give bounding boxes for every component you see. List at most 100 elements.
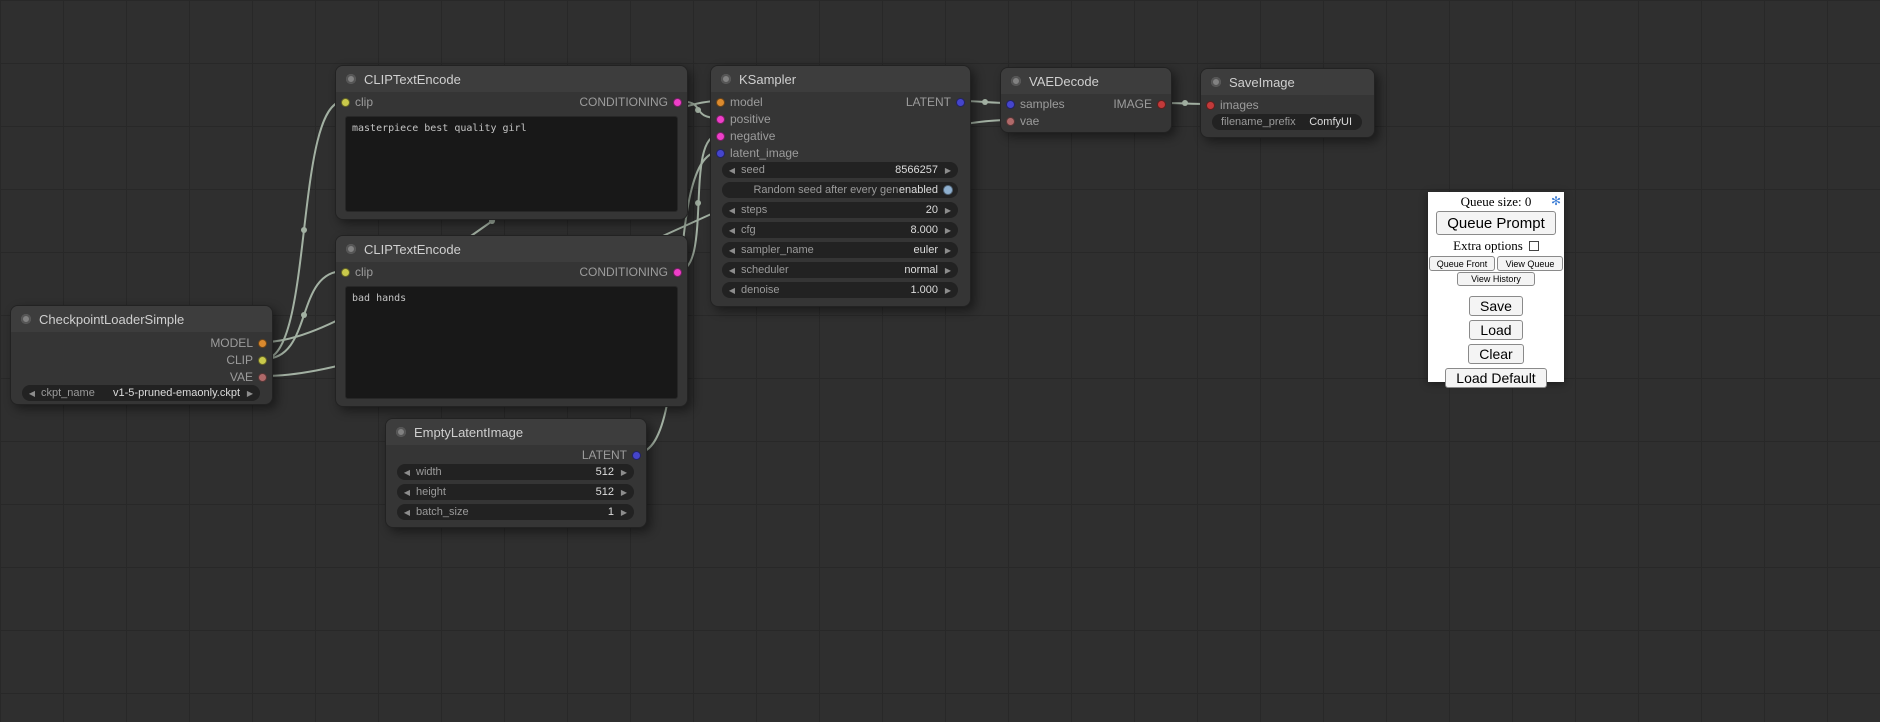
input-slot-images[interactable]: images (1206, 98, 1264, 112)
collapse-dot-icon[interactable] (1211, 77, 1221, 87)
increment-arrow-icon[interactable]: ▶ (943, 246, 953, 255)
input-slot-latent-image[interactable]: latent_image (716, 146, 804, 160)
node-ksampler[interactable]: KSampler model positive negative latent_… (710, 65, 971, 307)
save-button[interactable]: Save (1469, 296, 1523, 316)
increment-arrow-icon[interactable]: ▶ (619, 468, 629, 477)
input-slot-vae[interactable]: vae (1006, 114, 1044, 128)
load-default-button[interactable]: Load Default (1445, 368, 1546, 388)
input-slot-model[interactable]: model (716, 95, 768, 109)
collapse-dot-icon[interactable] (346, 244, 356, 254)
vae-port-icon[interactable] (1006, 117, 1015, 126)
increment-arrow-icon[interactable]: ▶ (619, 488, 629, 497)
node-clip-text-encode-positive[interactable]: CLIPTextEncode clip CONDITIONING masterp… (335, 65, 688, 220)
latent-port-icon[interactable] (716, 149, 725, 158)
increment-arrow-icon[interactable]: ▶ (245, 389, 255, 398)
settings-icon[interactable]: ✻ (1551, 194, 1561, 209)
output-slot-image[interactable]: IMAGE (1108, 97, 1166, 111)
widget-batch-size[interactable]: ◀ batch_size 1 ▶ (397, 504, 634, 520)
output-slot-vae[interactable]: VAE (225, 370, 267, 384)
extra-options-checkbox[interactable] (1529, 241, 1539, 251)
widget-denoise[interactable]: ◀ denoise 1.000 ▶ (722, 282, 958, 298)
conditioning-port-icon[interactable] (673, 98, 682, 107)
widget-random-seed-toggle[interactable]: Random seed after every gen enabled (722, 182, 958, 198)
decrement-arrow-icon[interactable]: ◀ (727, 266, 737, 275)
node-title-bar[interactable]: SaveImage (1201, 69, 1374, 95)
output-slot-latent[interactable]: LATENT (901, 95, 965, 109)
node-checkpoint-loader[interactable]: CheckpointLoaderSimple MODEL CLIP VAE ◀ … (10, 305, 273, 405)
increment-arrow-icon[interactable]: ▶ (943, 206, 953, 215)
output-slot-latent[interactable]: LATENT (577, 448, 641, 462)
latent-port-icon[interactable] (956, 98, 965, 107)
node-title-bar[interactable]: CheckpointLoaderSimple (11, 306, 272, 332)
toggle-icon[interactable] (943, 185, 953, 195)
decrement-arrow-icon[interactable]: ◀ (727, 166, 737, 175)
node-vae-decode[interactable]: VAEDecode samples vae IMAGE (1000, 67, 1172, 133)
vae-port-icon[interactable] (258, 373, 267, 382)
latent-port-icon[interactable] (632, 451, 641, 460)
load-button[interactable]: Load (1469, 320, 1522, 340)
collapse-dot-icon[interactable] (346, 74, 356, 84)
model-port-icon[interactable] (258, 339, 267, 348)
increment-arrow-icon[interactable]: ▶ (943, 226, 953, 235)
queue-prompt-button[interactable]: Queue Prompt (1436, 211, 1556, 235)
clear-button[interactable]: Clear (1468, 344, 1523, 364)
increment-arrow-icon[interactable]: ▶ (619, 508, 629, 517)
input-slot-clip[interactable]: clip (341, 95, 378, 109)
clip-port-icon[interactable] (258, 356, 267, 365)
image-port-icon[interactable] (1206, 101, 1215, 110)
output-slot-conditioning[interactable]: CONDITIONING (574, 265, 682, 279)
clip-port-icon[interactable] (341, 268, 350, 277)
node-title-bar[interactable]: VAEDecode (1001, 68, 1171, 94)
input-slot-positive[interactable]: positive (716, 112, 776, 126)
view-history-button[interactable]: View History (1457, 272, 1535, 286)
output-slot-conditioning[interactable]: CONDITIONING (574, 95, 682, 109)
latent-port-icon[interactable] (1006, 100, 1015, 109)
prompt-text-area[interactable]: bad hands (345, 286, 678, 399)
collapse-dot-icon[interactable] (396, 427, 406, 437)
conditioning-port-icon[interactable] (673, 268, 682, 277)
input-slot-clip[interactable]: clip (341, 265, 378, 279)
node-clip-text-encode-negative[interactable]: CLIPTextEncode clip CONDITIONING bad han… (335, 235, 688, 407)
view-queue-button[interactable]: View Queue (1497, 256, 1563, 271)
widget-height[interactable]: ◀ height 512 ▶ (397, 484, 634, 500)
decrement-arrow-icon[interactable]: ◀ (402, 488, 412, 497)
decrement-arrow-icon[interactable]: ◀ (727, 226, 737, 235)
model-port-icon[interactable] (716, 98, 725, 107)
widget-filename-prefix[interactable]: filename_prefix ComfyUI (1212, 114, 1362, 130)
clip-port-icon[interactable] (341, 98, 350, 107)
node-title-bar[interactable]: CLIPTextEncode (336, 236, 687, 262)
conditioning-port-icon[interactable] (716, 132, 725, 141)
prompt-text-area[interactable]: masterpiece best quality girl (345, 116, 678, 212)
node-title-bar[interactable]: CLIPTextEncode (336, 66, 687, 92)
node-title-bar[interactable]: KSampler (711, 66, 970, 92)
decrement-arrow-icon[interactable]: ◀ (727, 246, 737, 255)
output-slot-clip[interactable]: CLIP (221, 353, 267, 367)
increment-arrow-icon[interactable]: ▶ (943, 266, 953, 275)
decrement-arrow-icon[interactable]: ◀ (727, 206, 737, 215)
widget-cfg[interactable]: ◀ cfg 8.000 ▶ (722, 222, 958, 238)
widget-steps[interactable]: ◀ steps 20 ▶ (722, 202, 958, 218)
decrement-arrow-icon[interactable]: ◀ (402, 468, 412, 477)
widget-ckpt-name[interactable]: ◀ ckpt_name v1-5-pruned-emaonly.ckpt ▶ (22, 385, 260, 401)
conditioning-port-icon[interactable] (716, 115, 725, 124)
widget-sampler-name[interactable]: ◀ sampler_name euler ▶ (722, 242, 958, 258)
input-slot-samples[interactable]: samples (1006, 97, 1070, 111)
image-port-icon[interactable] (1157, 100, 1166, 109)
node-title-bar[interactable]: EmptyLatentImage (386, 419, 646, 445)
collapse-dot-icon[interactable] (21, 314, 31, 324)
increment-arrow-icon[interactable]: ▶ (943, 286, 953, 295)
node-empty-latent-image[interactable]: EmptyLatentImage LATENT ◀ width 512 ▶ ◀ … (385, 418, 647, 528)
decrement-arrow-icon[interactable]: ◀ (402, 508, 412, 517)
collapse-dot-icon[interactable] (1011, 76, 1021, 86)
widget-seed[interactable]: ◀ seed 8566257 ▶ (722, 162, 958, 178)
widget-width[interactable]: ◀ width 512 ▶ (397, 464, 634, 480)
queue-front-button[interactable]: Queue Front (1429, 256, 1495, 271)
decrement-arrow-icon[interactable]: ◀ (727, 286, 737, 295)
decrement-arrow-icon[interactable]: ◀ (27, 389, 37, 398)
widget-scheduler[interactable]: ◀ scheduler normal ▶ (722, 262, 958, 278)
increment-arrow-icon[interactable]: ▶ (943, 166, 953, 175)
node-save-image[interactable]: SaveImage images filename_prefix ComfyUI (1200, 68, 1375, 138)
collapse-dot-icon[interactable] (721, 74, 731, 84)
output-slot-model[interactable]: MODEL (205, 336, 267, 350)
input-slot-negative[interactable]: negative (716, 129, 780, 143)
